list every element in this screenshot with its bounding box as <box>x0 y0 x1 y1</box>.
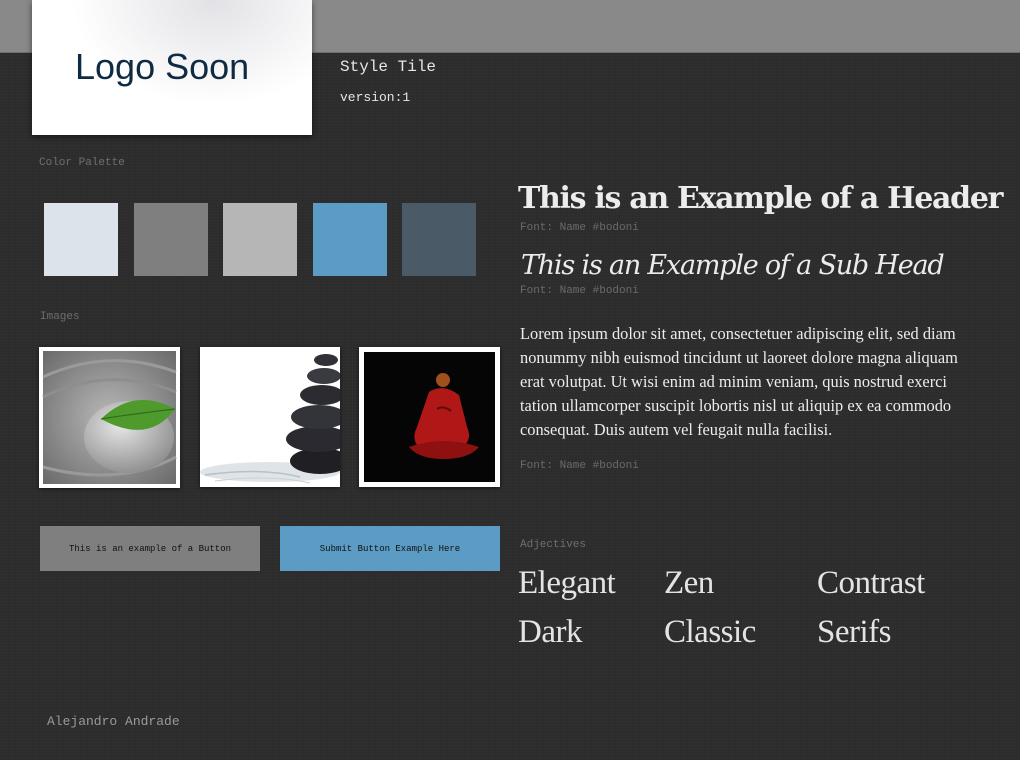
subhead-example: This is an Example of a Sub Head <box>521 250 945 281</box>
color-swatch <box>313 203 387 276</box>
stacked-stones-image <box>200 347 340 487</box>
adjective-word: Zen <box>664 565 714 601</box>
color-swatch <box>402 203 476 276</box>
zen-stone-leaf-image <box>39 347 180 488</box>
adjective-word: Contrast <box>817 565 925 601</box>
header-example: This is an Example of a Header <box>518 181 1003 216</box>
example-button[interactable]: This is an example of a Button <box>40 526 260 571</box>
color-swatch <box>223 203 297 276</box>
subhead-font-note: Font: Name #bodoni <box>520 285 639 297</box>
adjectives-label: Adjectives <box>520 539 587 551</box>
header-font-note: Font: Name #bodoni <box>520 222 639 234</box>
submit-button[interactable]: Submit Button Example Here <box>280 526 500 571</box>
body-text-example: Lorem ipsum dolor sit amet, consectetuer… <box>520 324 958 439</box>
style-tile-version: version:1 <box>340 90 411 105</box>
color-swatch <box>134 203 208 276</box>
logo-text: Logo Soon <box>75 46 250 87</box>
style-tile-title: Style Tile <box>340 58 437 76</box>
meditating-monk-image <box>359 347 500 487</box>
adjective-word: Dark <box>518 614 582 650</box>
logo-placeholder: Logo Soon <box>32 0 312 135</box>
body-font-note: Font: Name #bodoni <box>520 460 639 472</box>
images-label: Images <box>40 311 80 323</box>
color-palette-label: Color Palette <box>39 157 125 169</box>
adjective-word: Classic <box>664 614 756 650</box>
adjective-word: Serifs <box>817 614 892 650</box>
author-name: Alejandro Andrade <box>47 714 180 729</box>
adjective-word: Elegant <box>518 565 616 601</box>
color-swatch <box>44 203 118 276</box>
